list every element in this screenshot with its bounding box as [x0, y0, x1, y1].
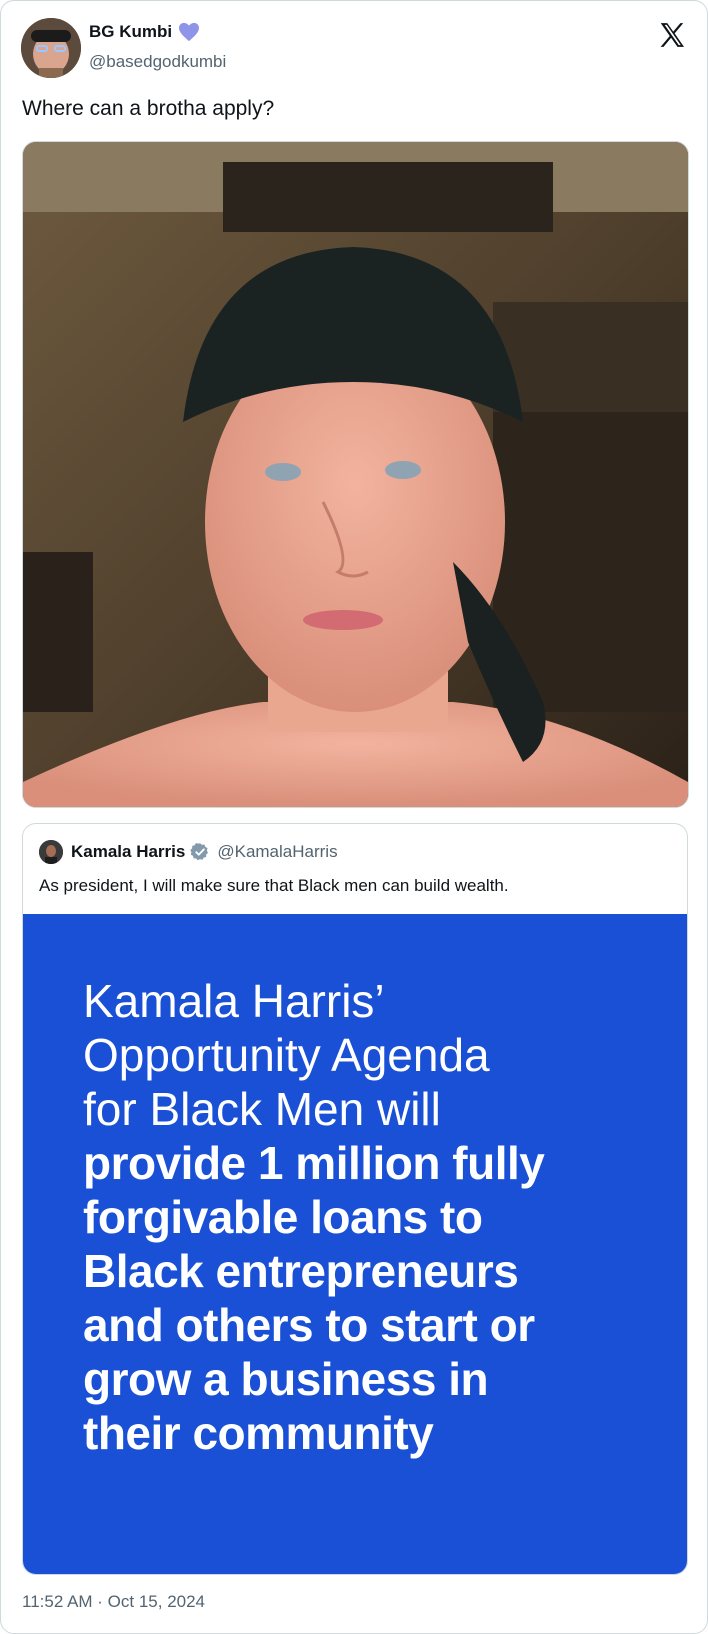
quoted-tweet[interactable]: Kamala Harris @KamalaHarris As president…	[22, 823, 688, 1575]
quoted-media-headline: Kamala Harris’ Opportunity Agenda for Bl…	[83, 974, 663, 1460]
headline-line-bold: Black entrepreneurs	[83, 1245, 519, 1297]
headline-line-bold: grow a business in	[83, 1353, 489, 1405]
tweet-card: BG Kumbi @basedgodkumbi Where can a brot…	[0, 0, 708, 1634]
quoted-author-handle[interactable]: @KamalaHarris	[217, 842, 337, 862]
quoted-author-avatar[interactable]	[39, 840, 63, 864]
quoted-header: Kamala Harris @KamalaHarris	[71, 842, 338, 862]
headline-line: for Black Men will	[83, 1083, 441, 1135]
headline-line-bold: their community	[83, 1407, 434, 1459]
tweet-timestamp[interactable]: 11:52 AM · Oct 15, 2024	[22, 1592, 205, 1612]
headline-line-bold: and others to start or	[83, 1299, 535, 1351]
quoted-author-name[interactable]: Kamala Harris	[71, 842, 185, 862]
verified-badge-icon	[190, 843, 209, 861]
headline-line: Kamala Harris’	[83, 975, 385, 1027]
headline-line-bold: forgivable loans to	[83, 1191, 483, 1243]
tweet-text: Where can a brotha apply?	[22, 97, 275, 120]
heart-icon	[179, 22, 200, 42]
author-name-row: BG Kumbi	[89, 22, 200, 42]
quoted-media-graphic[interactable]: Kamala Harris’ Opportunity Agenda for Bl…	[23, 914, 687, 1574]
quoted-tweet-text: As president, I will make sure that Blac…	[39, 876, 509, 895]
author-avatar[interactable]	[21, 18, 81, 78]
author-name[interactable]: BG Kumbi	[89, 22, 172, 42]
x-logo-icon[interactable]	[656, 20, 688, 50]
author-handle[interactable]: @basedgodkumbi	[89, 52, 226, 72]
headline-line-bold: provide 1 million fully	[83, 1137, 545, 1189]
headline-line: Opportunity Agenda	[83, 1029, 490, 1081]
tweet-photo[interactable]	[22, 141, 689, 808]
